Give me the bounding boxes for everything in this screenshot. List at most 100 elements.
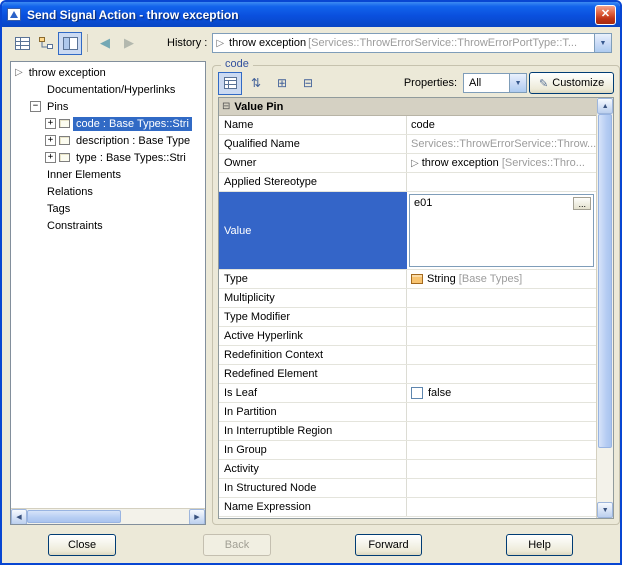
- scroll-down-button[interactable]: ▼: [597, 502, 613, 518]
- close-button[interactable]: ✕: [595, 5, 616, 25]
- table-view-button[interactable]: [10, 32, 34, 55]
- tree-item-constraints[interactable]: Constraints: [11, 217, 205, 234]
- value-text: String: [427, 273, 459, 285]
- back-history-button[interactable]: ◀: [93, 32, 117, 55]
- tree-item-throw-exception[interactable]: ▷throw exception: [11, 64, 205, 81]
- expand-toggle-icon[interactable]: +: [45, 152, 56, 163]
- property-name: In Group: [219, 441, 407, 459]
- properties-filter-value: All: [469, 77, 481, 89]
- property-value[interactable]: ▷throw exception [Services::Thro...: [407, 154, 596, 172]
- customize-label: Customize: [552, 77, 604, 89]
- expand-all-button[interactable]: ⊞: [270, 72, 294, 95]
- property-row-active-hyperlink[interactable]: Active Hyperlink: [219, 327, 596, 346]
- tree-item-label: Inner Elements: [44, 168, 124, 182]
- value-text: Services::ThrowErrorService::Throw...: [411, 138, 596, 150]
- property-row-in-interruptible-region[interactable]: In Interruptible Region: [219, 422, 596, 441]
- scrollbar-thumb[interactable]: [27, 510, 121, 523]
- property-row-qualified-name[interactable]: Qualified Name Services::ThrowErrorServic…: [219, 135, 596, 154]
- tree-item-pins[interactable]: −Pins: [11, 98, 205, 115]
- tree-item-code-base-types-stri[interactable]: +code : Base Types::Stri: [11, 115, 205, 132]
- property-row-in-group[interactable]: In Group: [219, 441, 596, 460]
- scrollbar-track[interactable]: [27, 509, 189, 524]
- section-collapse-icon[interactable]: ⊟: [222, 101, 230, 112]
- back-button: Back: [203, 534, 271, 556]
- tree-item-tags[interactable]: Tags: [11, 200, 205, 217]
- tree-item-relations[interactable]: Relations: [11, 183, 205, 200]
- property-row-name-expression[interactable]: Name Expression: [219, 498, 596, 517]
- property-row-owner[interactable]: Owner▷throw exception [Services::Thro...: [219, 154, 596, 173]
- property-value[interactable]: e01...: [407, 192, 596, 269]
- scrollbar-track[interactable]: [597, 114, 613, 502]
- property-value[interactable]: false: [407, 384, 596, 402]
- history-dropdown[interactable]: ▷ throw exception [Services::ThrowErrorS…: [212, 33, 612, 53]
- property-row-value[interactable]: Valuee01...: [219, 192, 596, 270]
- property-row-type-modifier[interactable]: Type Modifier: [219, 308, 596, 327]
- property-row-in-partition[interactable]: In Partition: [219, 403, 596, 422]
- tree-item-label: Constraints: [44, 219, 106, 233]
- property-row-redefinition-context[interactable]: Redefinition Context: [219, 346, 596, 365]
- scroll-right-button[interactable]: ▶: [189, 509, 205, 525]
- property-name: Name: [219, 116, 407, 134]
- scrollbar-thumb[interactable]: [598, 114, 612, 448]
- tree-item-type-base-types-stri[interactable]: + type : Base Types::Stri: [11, 149, 205, 166]
- dropdown-arrow-icon[interactable]: ▼: [594, 34, 611, 52]
- tree-item-label: type : Base Types::Stri: [73, 151, 189, 165]
- pin-icon: [59, 119, 70, 128]
- expand-toggle-icon[interactable]: +: [45, 135, 56, 146]
- property-value: [407, 479, 596, 497]
- element-tree: ▷throw exceptionDocumentation/Hyperlinks…: [11, 62, 205, 508]
- categorized-view-button[interactable]: [218, 72, 242, 95]
- properties-filter-dropdown[interactable]: All ▼: [463, 73, 527, 93]
- sort-alphabetically-button[interactable]: ⇅: [244, 72, 268, 95]
- property-row-redefined-element[interactable]: Redefined Element: [219, 365, 596, 384]
- property-value: [407, 289, 596, 307]
- sort-alphabetically-icon: ⇅: [251, 77, 261, 89]
- ellipsis-button[interactable]: ...: [573, 197, 591, 210]
- expand-toggle-icon[interactable]: +: [45, 118, 56, 129]
- property-name: Qualified Name: [219, 135, 407, 153]
- tree-item-label: throw exception: [26, 66, 109, 80]
- is-leaf-checkbox[interactable]: [411, 387, 423, 399]
- property-grid: ⊟ Value Pin NamecodeQualified Name Servic…: [218, 97, 614, 519]
- tree-item-label: Tags: [44, 202, 73, 216]
- horizontal-scrollbar[interactable]: ◀ ▶: [11, 508, 205, 524]
- scroll-up-button[interactable]: ▲: [597, 98, 613, 114]
- property-row-multiplicity[interactable]: Multiplicity: [219, 289, 596, 308]
- properties-toolbar: ⇅ ⊞ ⊟ Properties: All ▼ ✎ Customize: [218, 70, 614, 96]
- vertical-scrollbar[interactable]: ▲ ▼: [596, 98, 613, 518]
- expand-all-icon: ⊞: [277, 77, 287, 89]
- scroll-left-button[interactable]: ◀: [11, 509, 27, 525]
- property-row-name[interactable]: Namecode: [219, 116, 596, 135]
- section-header-value-pin[interactable]: ⊟ Value Pin: [219, 98, 596, 116]
- dropdown-arrow-icon[interactable]: ▼: [509, 74, 526, 92]
- history-value: throw exception: [229, 37, 306, 49]
- close-dialog-button[interactable]: Close: [48, 534, 116, 556]
- tree-item-inner-elements[interactable]: Inner Elements: [11, 166, 205, 183]
- help-button[interactable]: Help: [506, 534, 573, 556]
- property-name: In Structured Node: [219, 479, 407, 497]
- action-icon: ▷: [411, 158, 419, 169]
- property-name: Activity: [219, 460, 407, 478]
- tree-item-label: Pins: [44, 100, 71, 114]
- forward-history-button[interactable]: ▶: [117, 32, 141, 55]
- tree-item-description-base-type[interactable]: +description : Base Type: [11, 132, 205, 149]
- property-row-activity[interactable]: Activity: [219, 460, 596, 479]
- action-icon: ▷: [15, 67, 23, 78]
- code-property-group: code ⇅ ⊞ ⊟ Properties: All ▼: [212, 65, 620, 525]
- property-value[interactable]: Services::ThrowErrorService::Throw...: [407, 135, 596, 153]
- property-row-type[interactable]: TypeString [Base Types]: [219, 270, 596, 289]
- property-row-applied-stereotype[interactable]: Applied Stereotype: [219, 173, 596, 192]
- property-value[interactable]: code: [407, 116, 596, 134]
- property-value[interactable]: String [Base Types]: [407, 270, 596, 288]
- property-value: [407, 327, 596, 345]
- customize-button[interactable]: ✎ Customize: [529, 72, 614, 94]
- forward-button[interactable]: Forward: [355, 534, 422, 556]
- panel-view-button[interactable]: [58, 32, 82, 55]
- value-editor[interactable]: e01...: [409, 194, 594, 267]
- collapse-toggle-icon[interactable]: −: [30, 101, 41, 112]
- property-row-is-leaf[interactable]: Is Leaffalse: [219, 384, 596, 403]
- collapse-all-button[interactable]: ⊟: [296, 72, 320, 95]
- tree-item-documentation-hyperlinks[interactable]: Documentation/Hyperlinks: [11, 81, 205, 98]
- property-row-in-structured-node[interactable]: In Structured Node: [219, 479, 596, 498]
- tree-view-button[interactable]: [34, 32, 58, 55]
